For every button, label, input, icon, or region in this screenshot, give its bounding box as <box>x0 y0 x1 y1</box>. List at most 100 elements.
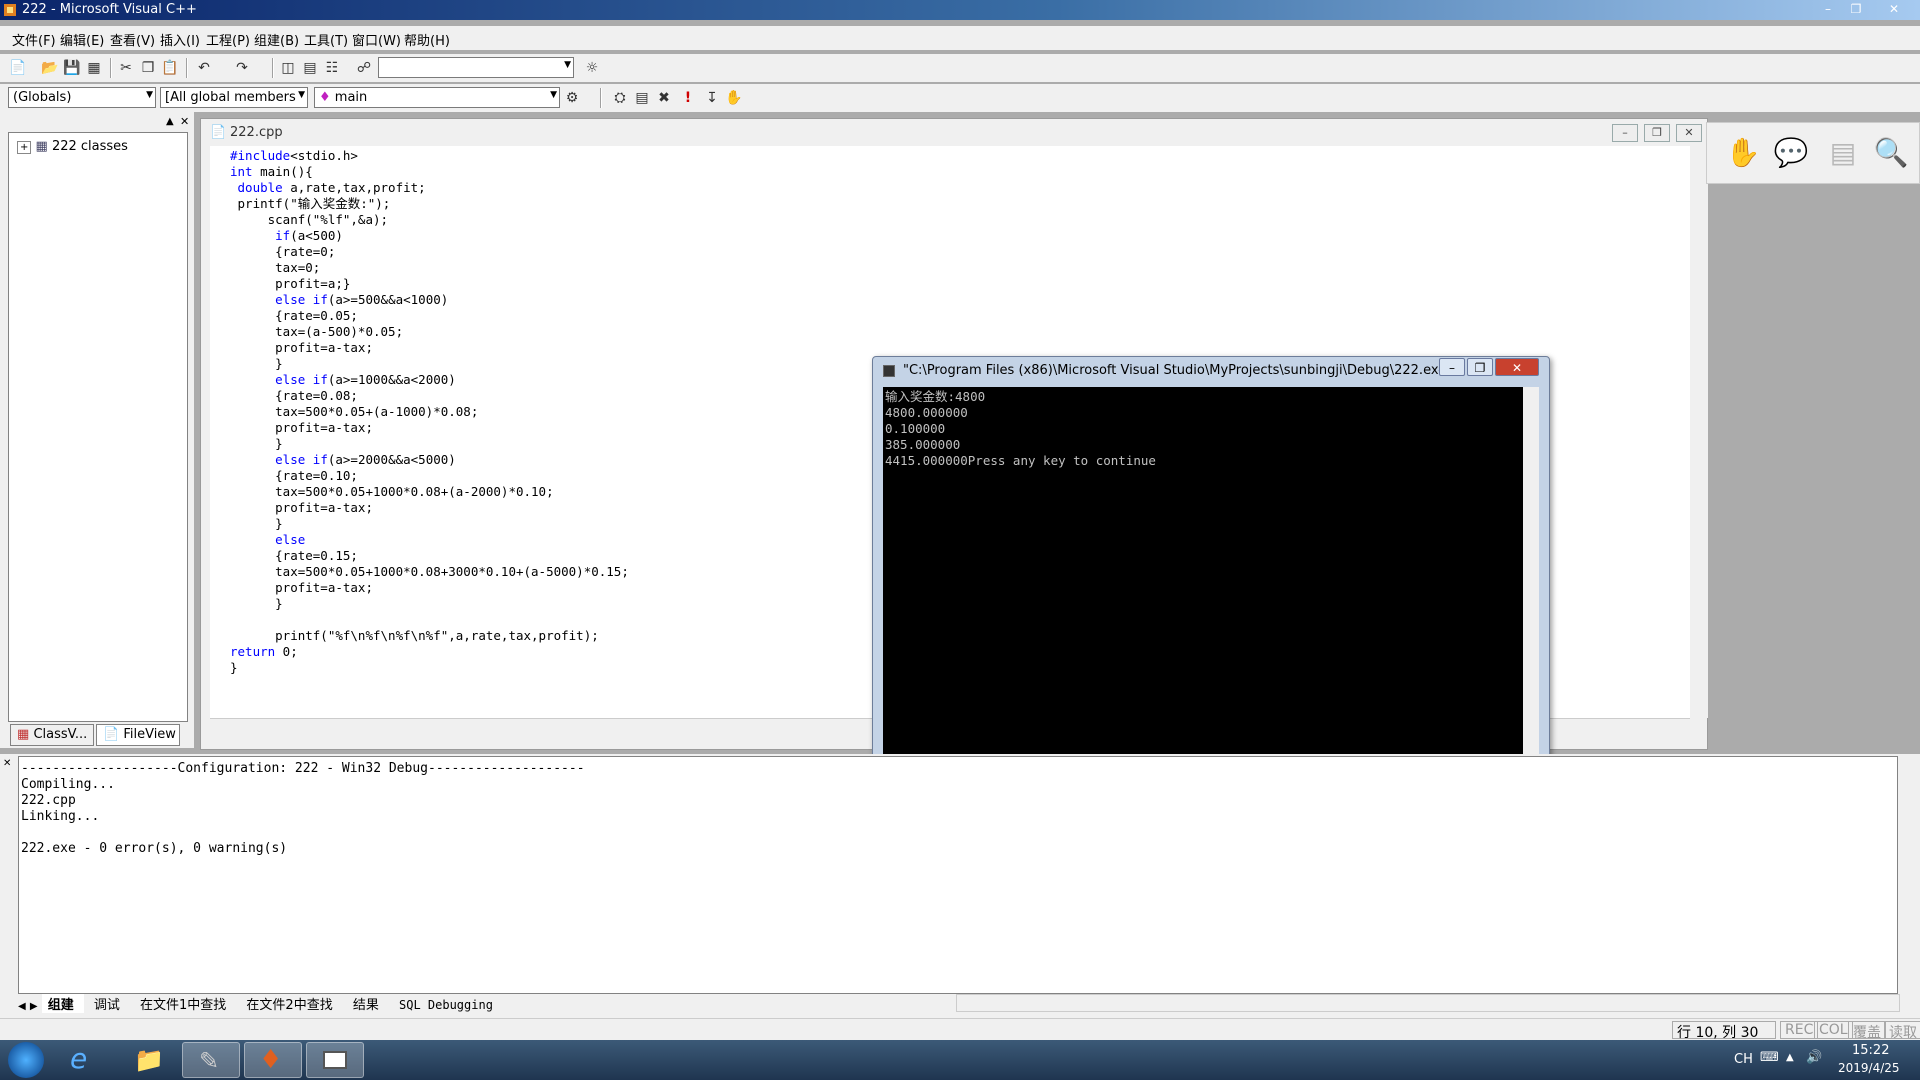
ie-taskbar-button[interactable]: e <box>56 1042 114 1078</box>
doc-minimize-icon[interactable]: – <box>1612 124 1638 142</box>
code-line[interactable]: int main(){ <box>230 164 1690 180</box>
code-line[interactable]: profit=a-tax; <box>230 340 1690 356</box>
editor-vertical-scrollbar[interactable] <box>1690 146 1708 718</box>
tab-find1[interactable]: 在文件1中查找 <box>134 994 236 1013</box>
copy-icon[interactable]: ❐ <box>138 58 158 78</box>
code-line[interactable]: {rate=0; <box>230 244 1690 260</box>
code-line[interactable]: tax=(a-500)*0.05; <box>230 324 1690 340</box>
chevron-down-icon[interactable]: ▼ <box>564 60 571 70</box>
tab-build[interactable]: 组建 <box>41 994 84 1013</box>
language-indicator[interactable]: CH <box>1734 1052 1753 1067</box>
export-icon[interactable]: ▤ <box>1825 135 1861 171</box>
console-scrollbar[interactable] <box>1523 387 1539 787</box>
class-combo-value: (Globals) <box>13 90 72 105</box>
compile-icon[interactable]: ⛭ <box>610 88 630 108</box>
doc-close-icon[interactable]: ✕ <box>1676 124 1702 142</box>
vc-taskbar-button[interactable]: ♦ <box>244 1042 302 1078</box>
zoom-icon[interactable]: 🔍 <box>1873 135 1909 171</box>
menu-project[interactable]: 工程(P) <box>206 30 250 49</box>
console-taskbar-button[interactable] <box>306 1042 364 1078</box>
tab-sql-debugging[interactable]: SQL Debugging <box>393 998 503 1012</box>
clock-date[interactable]: 2019/4/25 <box>1838 1061 1900 1075</box>
console-minimize-icon[interactable]: – <box>1439 358 1465 376</box>
tray-expand-icon[interactable]: ▲ <box>1786 1052 1794 1063</box>
paste-icon[interactable]: 📋 <box>160 58 180 78</box>
minimize-icon[interactable]: – <box>1814 0 1842 18</box>
code-line[interactable]: tax=0; <box>230 260 1690 276</box>
code-line[interactable]: double a,rate,tax,profit; <box>230 180 1690 196</box>
start-orb-icon[interactable] <box>8 1042 44 1078</box>
find-in-files-icon[interactable]: ☍ <box>354 58 374 78</box>
expand-icon[interactable]: + <box>17 141 32 154</box>
close-icon[interactable]: ✕ <box>1880 0 1908 18</box>
console-title: "C:\Program Files (x86)\Microsoft Visual… <box>903 363 1453 378</box>
window-list-icon[interactable]: ☷ <box>322 58 342 78</box>
menu-build[interactable]: 组建(B) <box>254 30 299 49</box>
save-all-icon[interactable]: ▦ <box>84 58 104 78</box>
menu-tools[interactable]: 工具(T) <box>304 30 348 49</box>
wizard-action-icon[interactable]: ⚙ <box>562 88 582 108</box>
cut-icon[interactable]: ✂ <box>116 58 136 78</box>
class-combo[interactable]: (Globals) ▼ <box>8 87 156 108</box>
classes-icon: ▦ <box>35 139 48 154</box>
doc-restore-icon[interactable]: ❐ <box>1644 124 1670 142</box>
chevron-down-icon[interactable]: ▼ <box>298 90 305 100</box>
open-folder-icon[interactable]: 📂 <box>40 58 60 78</box>
tab-results[interactable]: 结果 <box>347 994 389 1013</box>
build-icon[interactable]: ▤ <box>632 88 652 108</box>
redo-icon[interactable]: ↷ <box>232 58 252 78</box>
menu-file[interactable]: 文件(F) <box>12 30 56 49</box>
tab-fileview[interactable]: 📄 FileView <box>96 724 180 746</box>
console-maximize-icon[interactable]: ❐ <box>1467 358 1493 376</box>
keyboard-icon[interactable]: ⌨ <box>1760 1050 1779 1065</box>
console-window[interactable]: "C:\Program Files (x86)\Microsoft Visual… <box>872 356 1550 796</box>
panel-close-icon[interactable]: ✕ <box>180 115 189 128</box>
menu-bar: 文件(F) 编辑(E) 查看(V) 插入(I) 工程(P) 组建(B) 工具(T… <box>0 26 1920 50</box>
code-line[interactable]: if(a<500) <box>230 228 1690 244</box>
tab-scroll-left-icon[interactable]: ◀ <box>18 1001 26 1012</box>
tab-scroll-right-icon[interactable]: ▶ <box>30 1001 38 1012</box>
hand-icon[interactable]: ✋ <box>1725 135 1761 171</box>
code-line[interactable]: {rate=0.05; <box>230 308 1690 324</box>
chevron-down-icon[interactable]: ▼ <box>550 90 557 100</box>
breakpoint-hand-icon[interactable]: ✋ <box>724 88 744 108</box>
menu-insert[interactable]: 插入(I) <box>160 30 200 49</box>
app-taskbar-button[interactable]: ✎ <box>182 1042 240 1078</box>
code-line[interactable]: profit=a;} <box>230 276 1690 292</box>
workspace-icon[interactable]: ◫ <box>278 58 298 78</box>
menu-window[interactable]: 窗口(W) <box>352 30 401 49</box>
console-close-icon[interactable]: ✕ <box>1495 358 1539 376</box>
tab-find2[interactable]: 在文件2中查找 <box>240 994 342 1013</box>
save-icon[interactable]: 💾 <box>62 58 82 78</box>
comment-icon[interactable]: 💬 <box>1773 135 1809 171</box>
execute-icon[interactable]: ! <box>678 88 698 108</box>
menu-edit[interactable]: 编辑(E) <box>60 30 104 49</box>
output-close-icon[interactable]: ✕ <box>3 758 11 769</box>
code-line[interactable]: scanf("%lf",&a); <box>230 212 1690 228</box>
chevron-down-icon[interactable]: ▼ <box>146 90 153 100</box>
tree-item-root[interactable]: + ▦ 222 classes <box>17 139 128 154</box>
find-binoculars-icon[interactable]: ☼ <box>582 58 602 78</box>
members-combo[interactable]: ♦ main ▼ <box>314 87 560 108</box>
filter-combo[interactable]: [All global members ▼ <box>160 87 308 108</box>
output-horizontal-scrollbar[interactable] <box>956 994 1900 1012</box>
code-line[interactable]: else if(a>=500&&a<1000) <box>230 292 1690 308</box>
output-window-icon[interactable]: ▤ <box>300 58 320 78</box>
menu-view[interactable]: 查看(V) <box>110 30 155 49</box>
new-file-icon[interactable]: 📄 <box>8 58 28 78</box>
stop-build-icon[interactable]: ✖ <box>654 88 674 108</box>
explorer-taskbar-button[interactable]: 📁 <box>120 1042 178 1078</box>
go-icon[interactable]: ↧ <box>702 88 722 108</box>
restore-icon[interactable]: ❐ <box>1842 0 1870 18</box>
volume-icon[interactable]: 🔊 <box>1806 1050 1822 1065</box>
tab-debug[interactable]: 调试 <box>88 994 130 1013</box>
code-line[interactable]: #include<stdio.h> <box>230 148 1690 164</box>
clock-time[interactable]: 15:22 <box>1852 1043 1889 1058</box>
panel-pin-icon[interactable]: ▲ <box>166 116 174 127</box>
undo-icon[interactable]: ↶ <box>194 58 214 78</box>
find-combo[interactable]: ▼ <box>378 57 574 78</box>
menu-help[interactable]: 帮助(H) <box>404 30 450 49</box>
code-line[interactable]: printf("输入奖金数:"); <box>230 196 1690 212</box>
tab-classview[interactable]: ▦ ClassV... <box>10 724 94 746</box>
